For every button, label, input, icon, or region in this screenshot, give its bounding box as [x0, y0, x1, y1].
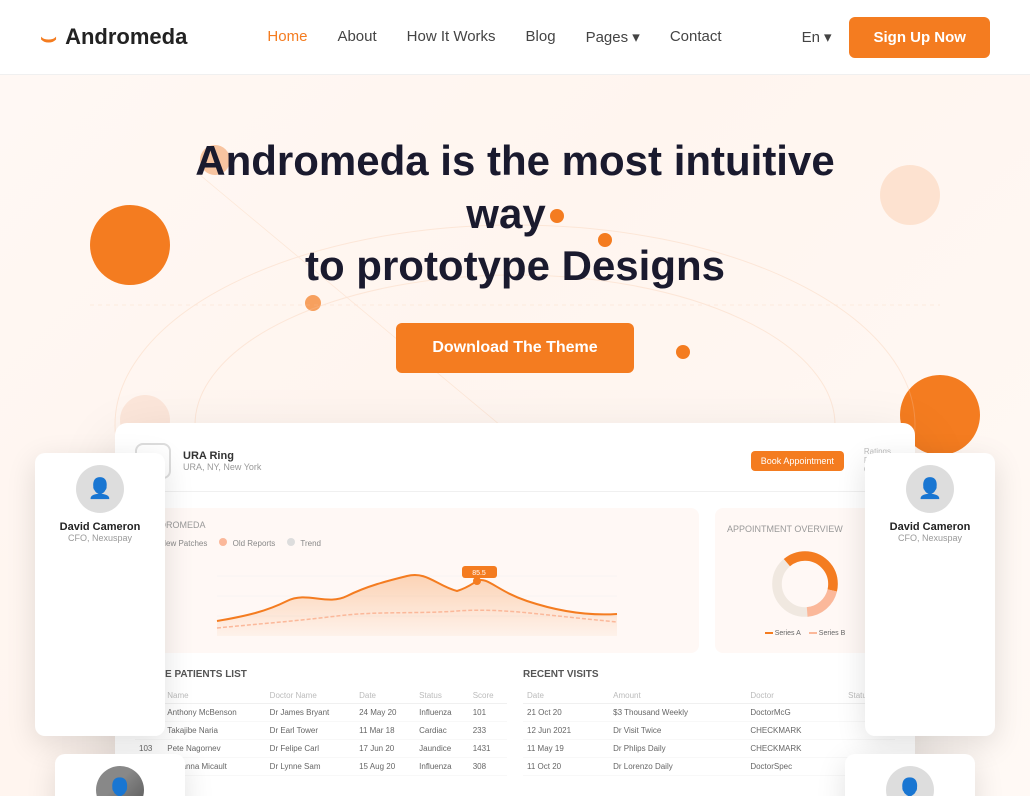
- nav-link-contact[interactable]: Contact: [670, 28, 722, 45]
- profile-name-left-top: David Cameron: [60, 521, 141, 533]
- nav-link-home[interactable]: Home: [267, 28, 307, 45]
- table-row: 21 Oct 20 $3 Thousand Weekly DoctorMcG: [523, 703, 895, 721]
- table-row: 102 Takajibe Naria Dr Earl Tower 11 Mar …: [135, 721, 507, 739]
- chart-tooltip-dot: [473, 577, 481, 585]
- dash-tables: ACTIVE PATIENTS LIST # Name Doctor Name …: [135, 669, 895, 776]
- line-chart-svg: 85.5: [147, 556, 687, 636]
- brand-name: Andromeda: [65, 24, 187, 50]
- profile-role-right-top: CFO, Nexuspay: [898, 533, 962, 543]
- table-visits: RECENT VISITS Date Amount Doctor Status: [523, 669, 895, 776]
- navbar: ⌣ Andromeda Home About How It Works Blog…: [0, 0, 1030, 75]
- nav-item-how-it-works[interactable]: How It Works: [407, 28, 496, 46]
- visits-table: Date Amount Doctor Status 21 Oct 20 $3 T…: [523, 688, 895, 776]
- donut-legend-dot-2: [809, 632, 817, 634]
- nav-item-contact[interactable]: Contact: [670, 28, 722, 46]
- visits-table-body: 21 Oct 20 $3 Thousand Weekly DoctorMcG 1…: [523, 703, 895, 775]
- nav-item-pages[interactable]: Pages ▾: [586, 28, 640, 47]
- hero-title: Andromeda is the most intuitive way to p…: [165, 135, 865, 293]
- dashboard-card: UR URA Ring URA, NY, New York Book Appoi…: [115, 423, 915, 796]
- profile-card-right-top: 👤 David Cameron CFO, Nexuspay: [865, 453, 995, 736]
- profile-card-right-bottom: 👤 David Cameron CFO, Nexuspay: [845, 754, 975, 796]
- nav-links: Home About How It Works Blog Pages ▾ Con…: [267, 28, 721, 47]
- table-row: 11 Oct 20 Dr Lorenzo Daily DoctorSpec SW…: [523, 757, 895, 775]
- chart-tooltip-text: 85.5: [472, 570, 486, 577]
- language-selector[interactable]: En ▾: [802, 28, 832, 46]
- table-row: 11 May 19 Dr Phlips Daily CHECKMARK: [523, 739, 895, 757]
- donut-legend: Series A Series B: [765, 630, 846, 637]
- avatar-right-bottom: 👤: [886, 766, 934, 796]
- patients-table-body: 101 Anthony McBenson Dr James Bryant 24 …: [135, 703, 507, 775]
- title-dot-accent: [550, 209, 564, 223]
- table-row: 101 Anthony McBenson Dr James Bryant 24 …: [135, 703, 507, 721]
- legend-old-reports: Old Reports: [219, 538, 275, 548]
- legend-trend: Trend: [287, 538, 321, 548]
- visits-table-header: Date Amount Doctor Status: [523, 688, 895, 704]
- avatar-left-top: 👤: [76, 465, 124, 513]
- nav-link-how[interactable]: How It Works: [407, 28, 496, 45]
- profile-card-left-bottom: 👤 David Cameron CFO, Nexuspay: [55, 754, 185, 796]
- table-row: 12 Jun 2021 Dr Visit Twice CHECKMARK: [523, 721, 895, 739]
- nav-link-blog[interactable]: Blog: [526, 28, 556, 45]
- nav-item-home[interactable]: Home: [267, 28, 307, 46]
- nav-item-blog[interactable]: Blog: [526, 28, 556, 46]
- legend-dot-peach: [219, 538, 227, 546]
- hero-content: Andromeda is the most intuitive way to p…: [40, 135, 990, 423]
- download-button[interactable]: Download The Theme: [396, 323, 633, 373]
- profile-name-right-top: David Cameron: [890, 521, 971, 533]
- logo-icon: ⌣: [40, 24, 57, 50]
- dash-action-button[interactable]: Book Appointment: [751, 451, 844, 471]
- profile-role-left-top: CFO, Nexuspay: [68, 533, 132, 543]
- logo: ⌣ Andromeda: [40, 24, 187, 50]
- nav-item-about[interactable]: About: [337, 28, 376, 46]
- donut-chart-svg: [765, 544, 845, 624]
- chart-box: ANDROMEDA New Patches Old Reports Tre: [135, 508, 699, 653]
- avatar-left-bottom: 👤: [96, 766, 144, 796]
- patients-table: # Name Doctor Name Date Status Score 101: [135, 688, 507, 776]
- table-row: 104 Adrianna Micault Dr Lynne Sam 15 Aug…: [135, 757, 507, 775]
- profile-card-left-top: 👤 David Cameron CFO, Nexuspay: [35, 453, 165, 736]
- hero-section: Andromeda is the most intuitive way to p…: [0, 75, 1030, 796]
- dash-chart-section: ANDROMEDA New Patches Old Reports Tre: [135, 508, 895, 653]
- chart-legend: New Patches Old Reports Trend: [147, 538, 687, 548]
- nav-link-about[interactable]: About: [337, 28, 376, 45]
- nav-link-pages[interactable]: Pages ▾: [586, 29, 640, 46]
- avatar-right-top: 👤: [906, 465, 954, 513]
- table-patients: ACTIVE PATIENTS LIST # Name Doctor Name …: [135, 669, 507, 776]
- dash-header: UR URA Ring URA, NY, New York Book Appoi…: [135, 443, 895, 492]
- dash-user-info: URA Ring URA, NY, New York: [183, 450, 739, 472]
- table-row: 103 Pete Nagornev Dr Felipe Carl 17 Jun …: [135, 739, 507, 757]
- donut-legend-dot-1: [765, 632, 773, 634]
- nav-right: En ▾ Sign Up Now: [802, 17, 990, 58]
- legend-dot-gray: [287, 538, 295, 546]
- dashboard-mockup: 👤 David Cameron CFO, Nexuspay 👤 David Ca…: [115, 423, 915, 796]
- patients-table-header: # Name Doctor Name Date Status Score: [135, 688, 507, 704]
- signup-button[interactable]: Sign Up Now: [849, 17, 990, 58]
